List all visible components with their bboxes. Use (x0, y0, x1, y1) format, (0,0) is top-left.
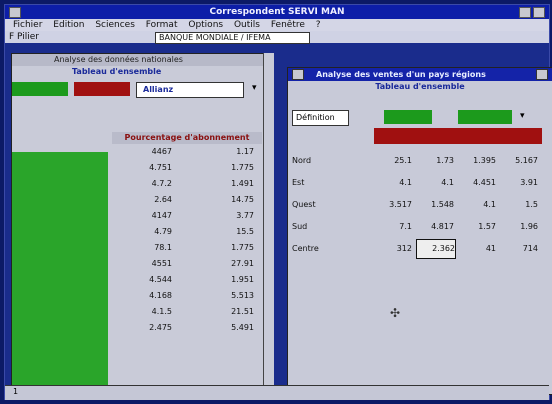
status-text: 1 (13, 387, 19, 396)
menu-help[interactable]: ? (316, 20, 321, 30)
right-table: Nord 25.1 1.73 1.395 5.167 Est 4.1 4.1 4… (292, 150, 548, 260)
table-row[interactable]: 4551 27.91 (112, 256, 262, 272)
right-window-maximize-button[interactable] (536, 69, 548, 80)
app-title: Correspondent SERVI MAN (209, 7, 345, 17)
menu-tools[interactable]: Outils (234, 20, 260, 30)
table-row[interactable]: 4.751 1.775 (112, 160, 262, 176)
table-row[interactable]: 4147 3.77 (112, 208, 262, 224)
table-row[interactable]: 78.1 1.775 (112, 240, 262, 256)
left-window-title: Analyse des données nationales (12, 54, 270, 66)
green-swatch (384, 110, 432, 124)
allianz-select[interactable]: Allianz (136, 82, 244, 98)
system-menu-button[interactable] (9, 7, 21, 18)
chevron-down-icon[interactable]: ▾ (520, 111, 525, 121)
chevron-down-icon[interactable]: ▾ (252, 83, 257, 93)
left-scrollbar[interactable] (263, 53, 274, 393)
table-row[interactable]: 2.64 14.75 (112, 192, 262, 208)
table-row[interactable]: 4.7.2 1.491 (112, 176, 262, 192)
minimize-button[interactable] (519, 7, 531, 18)
right-window-title: Analyse des ventes d'un pays régions (288, 68, 552, 81)
table-row[interactable]: 4467 1.17 (112, 144, 262, 160)
right-window: Analyse des ventes d'un pays régions Tab… (287, 67, 552, 395)
table-row[interactable]: 4.168 5.513 (112, 288, 262, 304)
right-window-menu-button[interactable] (292, 69, 304, 80)
right-window-subtitle[interactable]: Tableau d'ensemble (288, 81, 552, 93)
green-swatch (458, 110, 512, 124)
table-row[interactable]: 2.475 5.491 (112, 320, 262, 336)
left-window-link[interactable]: Tableau d'ensemble (12, 66, 270, 78)
left-table-header: Pourcentage d'abonnement (112, 132, 262, 144)
menu-edit[interactable]: Edition (53, 20, 84, 30)
right-control-row: Définition ▾ (288, 110, 552, 126)
menu-file[interactable]: Fichier (13, 20, 42, 30)
red-header-band (374, 128, 542, 144)
selected-cell[interactable]: 2.362 (416, 239, 456, 259)
table-row[interactable]: Est 4.1 4.1 4.451 3.91 (292, 172, 548, 194)
left-table: Pourcentage d'abonnement 4467 1.17 4.751 1… (112, 132, 262, 336)
title-bar: Correspondent SERVI MAN (5, 5, 549, 19)
reference-field[interactable]: BANQUE MONDIALE / IFEMA (155, 32, 310, 44)
menu-sciences[interactable]: Sciences (95, 20, 135, 30)
table-row[interactable]: Centre 312 2.362 41 714 (292, 238, 548, 260)
maximize-button[interactable] (533, 7, 545, 18)
table-row[interactable]: 4.1.5 21.51 (112, 304, 262, 320)
status-bar: 1 (5, 385, 549, 400)
red-swatch (74, 82, 130, 96)
definition-select[interactable]: Définition (292, 110, 349, 126)
menu-format[interactable]: Format (146, 20, 178, 30)
green-pane (12, 152, 108, 394)
toolbar-label: F Pilier (9, 32, 40, 42)
mouse-pointer-icon: ✣ (390, 306, 401, 320)
right-window-title-text: Analyse des ventes d'un pays régions (316, 70, 486, 79)
menu-window[interactable]: Fenêtre (271, 20, 305, 30)
toolbar: F Pilier BANQUE MONDIALE / IFEMA (5, 31, 549, 44)
green-swatch (12, 82, 68, 96)
left-window: Analyse des données nationales Tableau d… (11, 53, 271, 395)
menu-options[interactable]: Options (188, 20, 223, 30)
table-row[interactable]: Sud 7.1 4.817 1.57 1.96 (292, 216, 548, 238)
menu-bar: Fichier Edition Sciences Format Options … (5, 19, 549, 31)
table-row[interactable]: Nord 25.1 1.73 1.395 5.167 (292, 150, 548, 172)
table-row[interactable]: 4.79 15.5 (112, 224, 262, 240)
table-row[interactable]: 4.544 1.951 (112, 272, 262, 288)
table-row[interactable]: Quest 3.517 1.548 4.1 1.5 (292, 194, 548, 216)
left-blank-area (12, 96, 108, 152)
left-dropdown-bar: Allianz ▾ (12, 82, 270, 98)
app-window: Correspondent SERVI MAN Fichier Edition … (4, 4, 552, 400)
